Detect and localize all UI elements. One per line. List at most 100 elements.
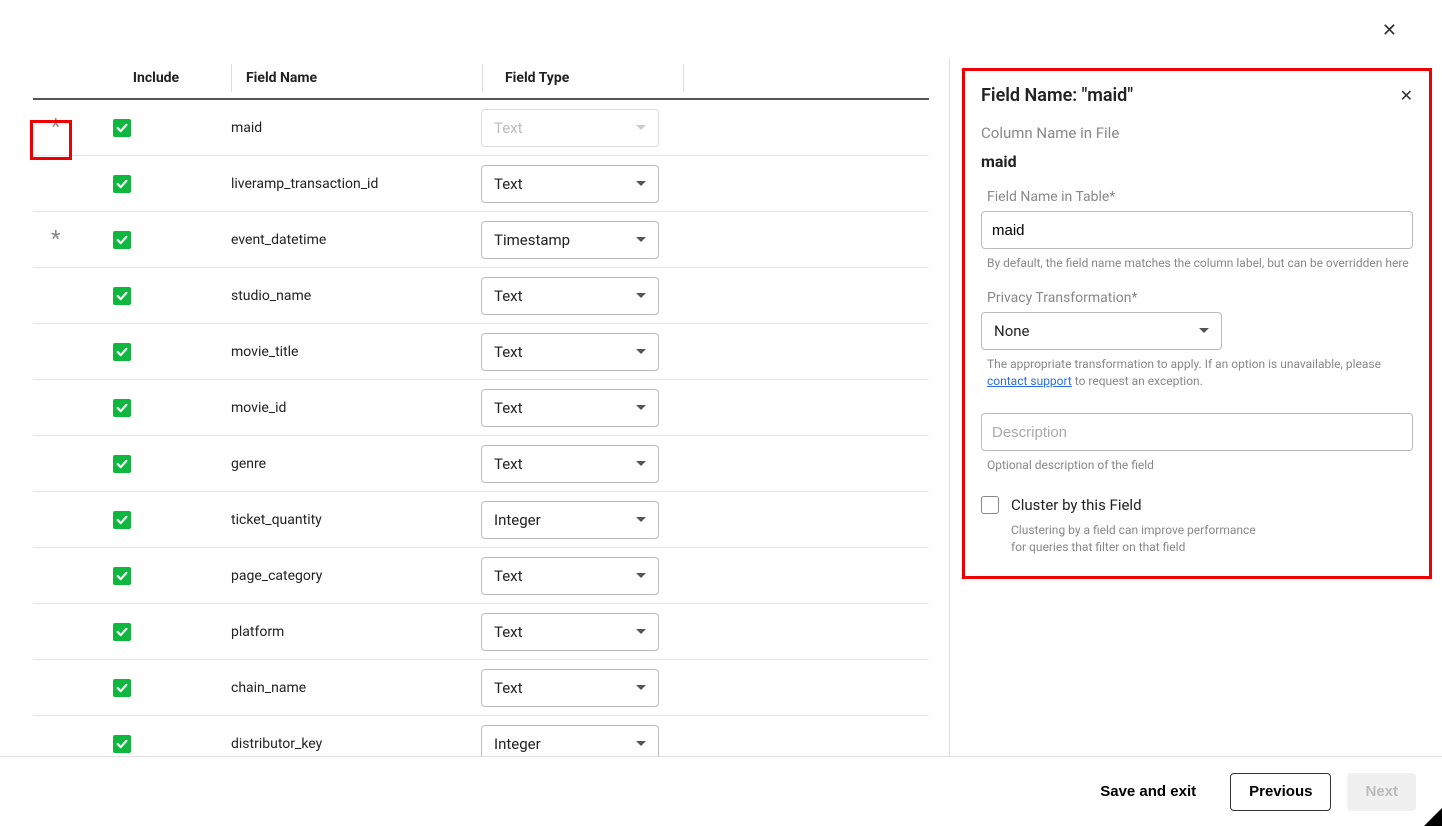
include-checkbox[interactable]	[113, 623, 131, 641]
field-type-select[interactable]: Integer	[481, 501, 659, 539]
field-type-select[interactable]: Text	[481, 557, 659, 595]
description-input[interactable]	[981, 413, 1413, 451]
required-star: *	[1109, 189, 1115, 205]
chevron-down-icon	[636, 517, 646, 522]
table-row[interactable]: liveramp_transaction_id Text	[33, 156, 929, 212]
privacy-select[interactable]: None	[981, 312, 1222, 350]
table-row[interactable]: distributor_key Integer	[33, 716, 929, 756]
field-type-value: Integer	[494, 735, 541, 753]
table-row[interactable]: movie_id Text	[33, 380, 929, 436]
include-checkbox[interactable]	[113, 679, 131, 697]
close-icon[interactable]: ✕	[1382, 20, 1397, 41]
field-type-select[interactable]: Text	[481, 277, 659, 315]
col-header-include: Include	[81, 58, 231, 98]
field-type-select[interactable]: Text	[481, 165, 659, 203]
resize-handle[interactable]	[1424, 808, 1442, 826]
field-type-value: Text	[494, 119, 523, 137]
col-header-fieldtype: Field Type	[483, 58, 683, 98]
row-marker: *	[33, 227, 81, 252]
field-type-value: Text	[494, 343, 523, 361]
field-name-cell: chain_name	[231, 680, 481, 696]
field-name-cell: ticket_quantity	[231, 512, 481, 528]
field-name-cell: maid	[231, 120, 481, 136]
table-row[interactable]: * event_datetime Timestamp	[33, 212, 929, 268]
field-type-select[interactable]: Timestamp	[481, 221, 659, 259]
include-checkbox[interactable]	[113, 231, 131, 249]
chevron-down-icon	[636, 237, 646, 242]
include-checkbox[interactable]	[113, 735, 131, 753]
field-type-value: Text	[494, 455, 523, 473]
panel-title: Field Name: "maid"	[981, 85, 1133, 106]
chevron-down-icon	[636, 629, 646, 634]
field-detail-panel: Field Name: "maid" ✕ Column Name in File…	[950, 58, 1442, 756]
chevron-down-icon	[636, 293, 646, 298]
field-type-value: Timestamp	[494, 231, 570, 249]
field-name-cell: platform	[231, 624, 481, 640]
chevron-down-icon	[636, 573, 646, 578]
include-checkbox[interactable]	[113, 119, 131, 137]
include-checkbox[interactable]	[113, 455, 131, 473]
include-checkbox[interactable]	[113, 175, 131, 193]
table-row[interactable]: movie_titleText	[33, 324, 929, 380]
contact-support-link[interactable]: contact support	[987, 374, 1072, 388]
fieldname-table-label: Field Name in Table	[987, 189, 1109, 205]
table-row[interactable]: page_category Text	[33, 548, 929, 604]
field-type-select[interactable]: Text	[481, 333, 659, 371]
fieldname-help: By default, the field name matches the c…	[981, 255, 1413, 272]
chevron-down-icon	[1199, 328, 1209, 333]
field-type-value: Integer	[494, 511, 541, 529]
chevron-down-icon	[636, 685, 646, 690]
chevron-down-icon	[636, 349, 646, 354]
field-name-cell: movie_id	[231, 400, 481, 416]
field-name-cell: genre	[231, 456, 481, 472]
next-button: Next	[1347, 773, 1416, 811]
include-checkbox[interactable]	[113, 567, 131, 585]
privacy-help: The appropriate transformation to apply.…	[981, 356, 1413, 390]
row-marker: *	[33, 115, 81, 140]
field-type-value: Text	[494, 399, 523, 417]
field-type-value: Text	[494, 567, 523, 585]
description-help: Optional description of the field	[981, 457, 1413, 474]
footer: Save and exit Previous Next	[0, 756, 1442, 826]
chevron-down-icon	[636, 741, 646, 746]
cluster-checkbox[interactable]	[981, 496, 999, 514]
field-type-select[interactable]: Text	[481, 445, 659, 483]
field-type-select[interactable]: Text	[481, 669, 659, 707]
field-type-select[interactable]: Text	[481, 389, 659, 427]
table-row[interactable]: studio_name Text	[33, 268, 929, 324]
field-type-value: Text	[494, 623, 523, 641]
privacy-label: Privacy Transformation	[987, 290, 1132, 306]
include-checkbox[interactable]	[113, 343, 131, 361]
cluster-help-2: for queries that filter on that field	[1011, 540, 1185, 554]
field-type-value: Text	[494, 679, 523, 697]
field-name-cell: event_datetime	[231, 232, 481, 248]
include-checkbox[interactable]	[113, 287, 131, 305]
table-row[interactable]: platform Text	[33, 604, 929, 660]
field-type-value: Text	[494, 175, 523, 193]
table-row[interactable]: genre Text	[33, 436, 929, 492]
field-type-select[interactable]: Text	[481, 613, 659, 651]
panel-close-icon[interactable]: ✕	[1400, 86, 1413, 105]
field-type-select[interactable]: Integer	[481, 725, 659, 757]
field-type-value: Text	[494, 287, 523, 305]
chevron-down-icon	[636, 405, 646, 410]
table-row[interactable]: * maid Text	[33, 100, 929, 156]
field-name-cell: page_category	[231, 568, 481, 584]
chevron-down-icon	[636, 125, 646, 130]
chevron-down-icon	[636, 181, 646, 186]
table-row[interactable]: ticket_quantity Integer	[33, 492, 929, 548]
previous-button[interactable]: Previous	[1230, 773, 1331, 811]
table-row[interactable]: chain_name Text	[33, 660, 929, 716]
column-name-label: Column Name in File	[981, 124, 1413, 142]
column-name-value: maid	[981, 152, 1413, 171]
table-header: Include Field Name Field Type	[33, 58, 929, 100]
fieldname-input[interactable]	[981, 211, 1413, 249]
col-header-fieldname: Field Name	[232, 58, 482, 98]
save-and-exit-button[interactable]: Save and exit	[1082, 773, 1214, 811]
field-name-cell: studio_name	[231, 288, 481, 304]
field-name-cell: distributor_key	[231, 736, 481, 752]
include-checkbox[interactable]	[113, 511, 131, 529]
required-star: *	[1132, 290, 1138, 306]
include-checkbox[interactable]	[113, 399, 131, 417]
field-name-cell: liveramp_transaction_id	[231, 176, 481, 192]
